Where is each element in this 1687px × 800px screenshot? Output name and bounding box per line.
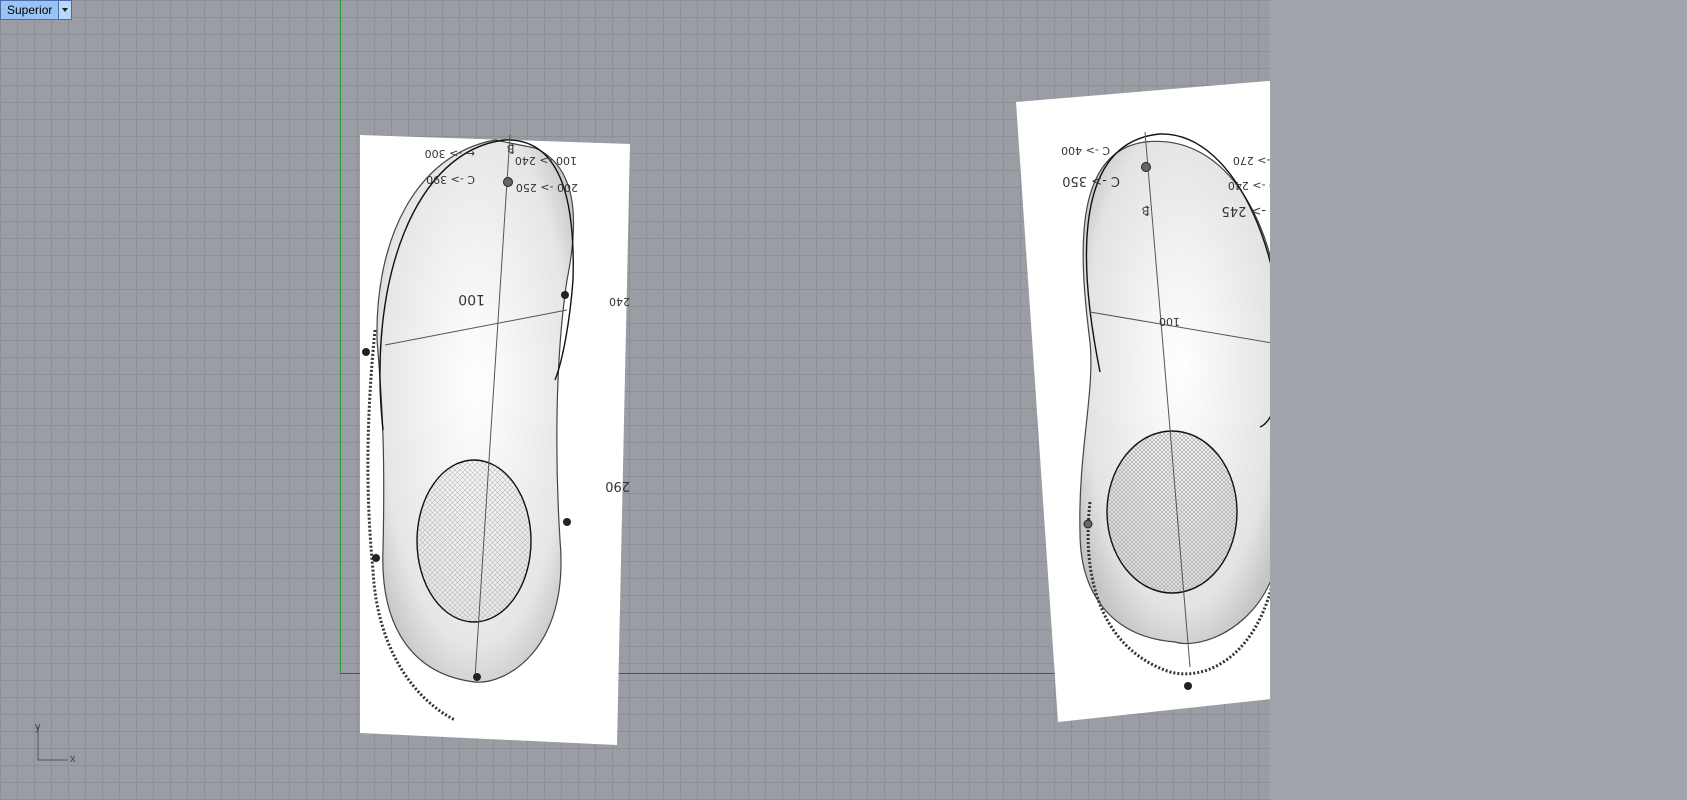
right-footprint-scan[interactable]: C -> 400 C -> 350 100 -> 270 120 -> 240 …: [1010, 72, 1270, 722]
note-text: 240: [609, 295, 630, 308]
note-text: 290: [605, 478, 630, 493]
note-text: ₿: [1142, 204, 1150, 217]
y-axis-label: y: [35, 721, 41, 733]
heel-ellipse: [416, 459, 532, 623]
note-text: C -> 390: [426, 173, 475, 186]
control-point[interactable]: [473, 673, 481, 681]
control-point[interactable]: [362, 348, 370, 356]
control-point[interactable]: [561, 291, 569, 299]
viewport-title[interactable]: Superior: [1, 1, 58, 19]
note-text: 100 -> 245: [1222, 203, 1270, 218]
x-axis-label: x: [70, 753, 76, 765]
top-viewport[interactable]: Superior ← -> 300 C -> 390 100 -> 240 20…: [0, 0, 1270, 800]
world-y-axis: [340, 0, 341, 673]
control-point[interactable]: [372, 554, 380, 562]
left-footprint-scan[interactable]: ← -> 300 C -> 390 100 -> 240 200 -> 250 …: [355, 130, 635, 750]
control-point[interactable]: [503, 177, 513, 187]
note-text: ₿: [507, 142, 515, 155]
note-text: 100: [1159, 315, 1180, 328]
caret-down-icon[interactable]: [58, 1, 72, 19]
note-text: 100 -> 270: [1233, 154, 1270, 167]
note-text: 200 -> 250: [516, 181, 578, 194]
side-panel-background: [1270, 0, 1687, 800]
note-text: 100 -> 240: [515, 154, 577, 167]
note-text: 100: [458, 291, 485, 307]
note-text: 120 -> 240: [1228, 179, 1270, 192]
control-point[interactable]: [563, 518, 571, 526]
note-text: C -> 350: [1062, 173, 1120, 188]
note-text: ← -> 300: [425, 147, 475, 160]
axis-indicator: y x: [32, 721, 78, 765]
note-text: C -> 400: [1061, 144, 1110, 157]
control-point[interactable]: [1083, 519, 1093, 529]
control-point[interactable]: [1184, 682, 1192, 690]
viewport-title-tab[interactable]: Superior: [0, 0, 73, 20]
control-point[interactable]: [1141, 162, 1151, 172]
